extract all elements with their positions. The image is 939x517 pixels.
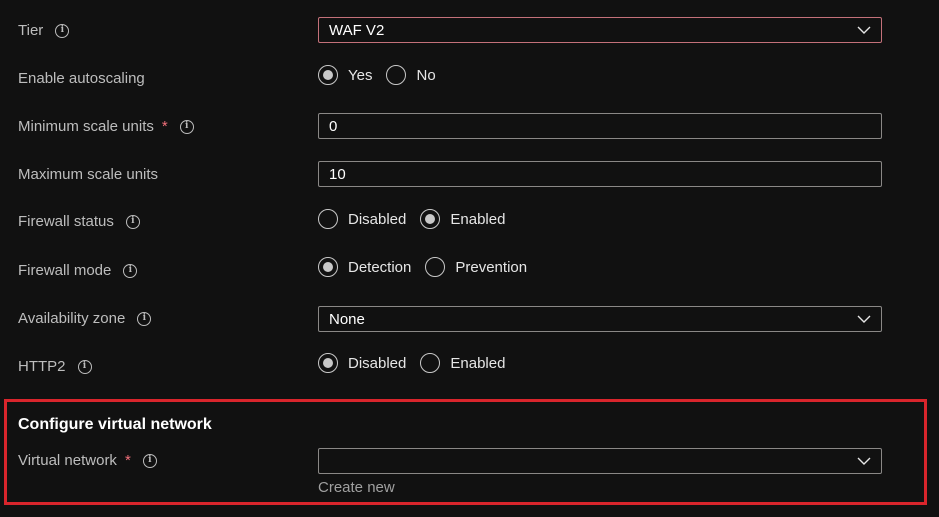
radio-unchecked-icon: [318, 209, 338, 229]
max-scale-label: Maximum scale units: [18, 166, 159, 183]
virtual-network-label: Virtual network * i: [18, 452, 157, 469]
required-asterisk: *: [161, 118, 168, 135]
configure-virtual-network-heading: Configure virtual network: [18, 416, 212, 433]
virtual-network-dropdown[interactable]: [318, 448, 882, 474]
firewall-status-enabled-radio[interactable]: Enabled: [420, 209, 505, 229]
radio-checked-icon: [318, 353, 338, 373]
autoscaling-label: Enable autoscaling: [18, 70, 145, 87]
chevron-down-icon: [857, 315, 871, 323]
create-new-link[interactable]: Create new: [318, 479, 395, 496]
tier-value: WAF V2: [329, 21, 385, 39]
radio-unchecked-icon: [420, 353, 441, 373]
info-icon[interactable]: i: [77, 359, 92, 374]
radio-unchecked-icon: [386, 65, 407, 85]
http2-disabled-radio[interactable]: Disabled: [318, 353, 406, 373]
chevron-down-icon: [857, 26, 871, 34]
min-scale-input[interactable]: 0: [318, 113, 882, 139]
application-gateway-settings-form: Tier i WAF V2 Enable autoscaling Yes No …: [0, 0, 939, 517]
radio-checked-icon: [318, 65, 338, 85]
tier-label: Tier i: [18, 22, 70, 39]
firewall-mode-prevention-radio[interactable]: Prevention: [425, 257, 527, 277]
info-icon[interactable]: i: [137, 311, 152, 326]
info-icon[interactable]: i: [179, 119, 194, 134]
firewall-status-label: Firewall status i: [18, 213, 140, 230]
radio-unchecked-icon: [425, 257, 446, 277]
radio-checked-icon: [420, 209, 441, 229]
radio-checked-icon: [318, 257, 338, 277]
firewall-mode-radio-group: Detection Prevention: [318, 257, 541, 277]
autoscaling-no-radio[interactable]: No: [386, 65, 436, 85]
chevron-down-icon: [857, 457, 871, 465]
min-scale-label: Minimum scale units * i: [18, 118, 194, 135]
max-scale-input[interactable]: 10: [318, 161, 882, 187]
firewall-mode-label: Firewall mode i: [18, 262, 138, 279]
tier-dropdown[interactable]: WAF V2: [318, 17, 882, 43]
http2-radio-group: Disabled Enabled: [318, 353, 519, 373]
firewall-status-radio-group: Disabled Enabled: [318, 209, 519, 229]
info-icon[interactable]: i: [55, 23, 70, 38]
http2-label: HTTP2 i: [18, 358, 92, 375]
availability-zone-label: Availability zone i: [18, 310, 152, 327]
required-asterisk: *: [124, 452, 131, 469]
http2-enabled-radio[interactable]: Enabled: [420, 353, 505, 373]
info-icon[interactable]: i: [125, 214, 140, 229]
firewall-mode-detection-radio[interactable]: Detection: [318, 257, 411, 277]
autoscaling-yes-radio[interactable]: Yes: [318, 65, 372, 85]
info-icon[interactable]: i: [123, 263, 138, 278]
availability-zone-dropdown[interactable]: None: [318, 306, 882, 332]
firewall-status-disabled-radio[interactable]: Disabled: [318, 209, 406, 229]
autoscaling-radio-group: Yes No: [318, 65, 450, 85]
info-icon[interactable]: i: [142, 453, 157, 468]
